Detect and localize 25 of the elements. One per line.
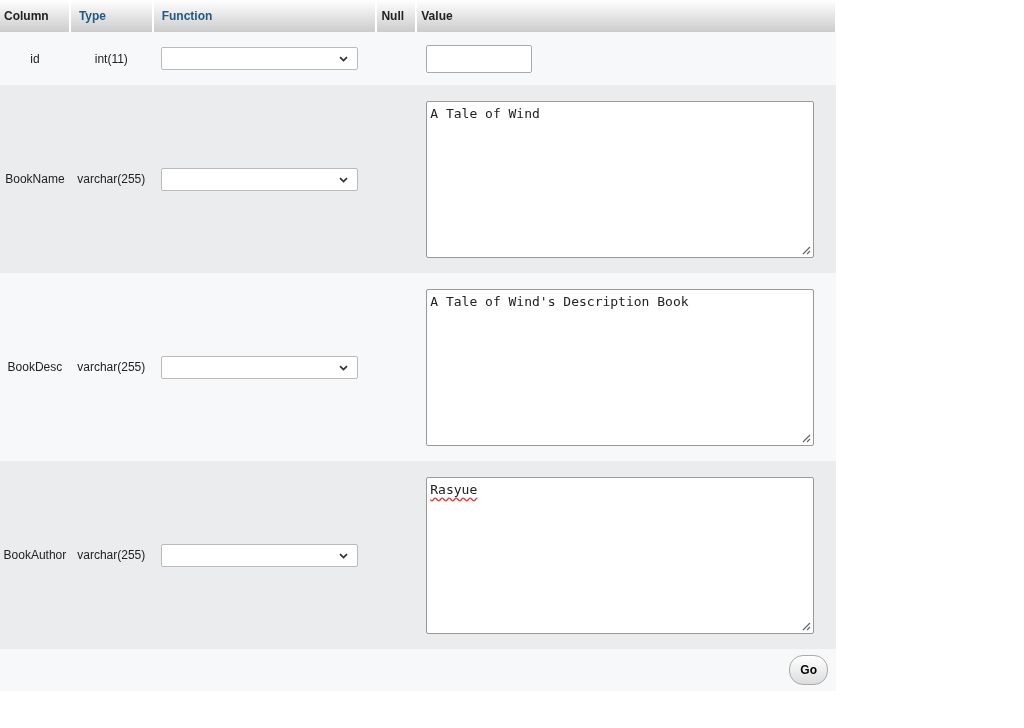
function-select[interactable] — [160, 167, 358, 191]
column-header: Null — [381, 9, 405, 23]
value-input[interactable] — [426, 44, 533, 73]
column-name: BookAuthor — [3, 548, 67, 562]
column-name: BookDesc — [7, 360, 63, 374]
column-header[interactable]: Function — [161, 9, 213, 23]
column-name: id — [30, 51, 40, 66]
function-select[interactable] — [160, 543, 358, 567]
function-select[interactable] — [160, 355, 358, 379]
resize-grip-icon[interactable] — [802, 245, 812, 255]
column-name: BookName — [5, 172, 65, 186]
value-textarea[interactable]: A Tale of Wind — [426, 100, 815, 258]
column-header: Column — [4, 9, 49, 23]
value-textarea[interactable]: Rasyue — [426, 476, 815, 634]
resize-grip-icon[interactable] — [802, 621, 812, 631]
column-header[interactable]: Type — [78, 9, 106, 23]
value-textarea[interactable]: A Tale of Wind's Description Book — [426, 288, 815, 446]
resize-grip-icon[interactable] — [802, 433, 812, 443]
column-type: varchar(255) — [77, 172, 146, 186]
column-header: Value — [421, 9, 453, 23]
column-type: varchar(255) — [77, 548, 146, 562]
function-select[interactable] — [160, 47, 358, 70]
column-type: varchar(255) — [77, 360, 146, 374]
column-type: int(11) — [94, 51, 128, 66]
go-button[interactable]: Go — [789, 655, 828, 685]
